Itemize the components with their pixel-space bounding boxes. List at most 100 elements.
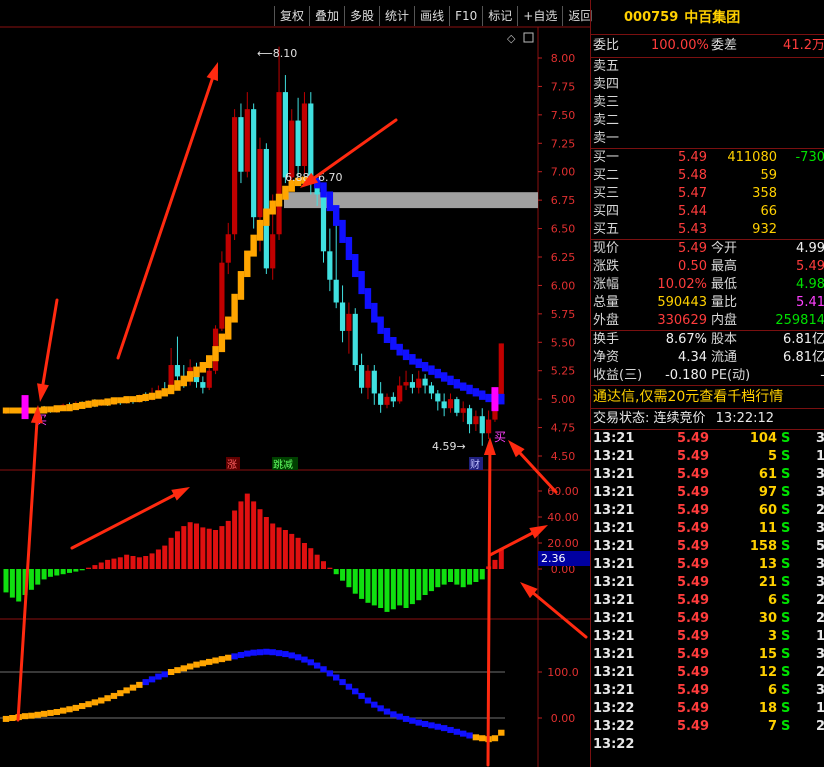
toolbar-item[interactable]: 标记 (482, 6, 517, 26)
trend-step (91, 699, 99, 706)
tick-row: 13:21 5.49 97 S 3 (591, 484, 824, 502)
quote-value: 0.50 (678, 259, 707, 274)
weibi-value: 100.00% (651, 38, 709, 53)
toolbar-item[interactable]: +自选 (517, 6, 562, 26)
tick-time: 13:21 (593, 629, 635, 644)
ask-row: 卖四 (591, 76, 824, 94)
tick-volume: 30 (758, 611, 777, 626)
macd-bar (289, 533, 295, 569)
trend-segment (231, 293, 238, 323)
trend-segment (2, 407, 10, 414)
trend-step (155, 673, 162, 680)
y-tick-label: 5.50 (551, 336, 576, 349)
macd-bar (441, 569, 447, 585)
candle-body (327, 251, 333, 280)
toolbar-item[interactable]: 画线 (414, 6, 449, 26)
macd-bar (194, 523, 199, 569)
candle-body (365, 370, 371, 388)
toolbar-item[interactable]: 多股 (344, 6, 379, 26)
annotation-arrow (488, 531, 534, 557)
tick-time: 13:22 (593, 701, 635, 716)
macd-bar (352, 569, 358, 594)
candle-body (397, 385, 403, 402)
trend-step (218, 656, 226, 663)
trend-step (491, 735, 499, 742)
quote-label: 最低 (711, 277, 738, 292)
trend-step (453, 728, 461, 735)
toolbar-item[interactable]: F10 (449, 6, 482, 26)
macd-bar (301, 543, 307, 569)
macd-bar (54, 569, 60, 576)
trend-segment (358, 271, 365, 295)
trend-step (34, 711, 41, 718)
trend-segment (371, 302, 378, 323)
quote-label: 量比 (711, 295, 738, 310)
tick-time: 13:22 (593, 719, 635, 734)
weicha-value: 41.2万 (783, 38, 824, 53)
weicha-label: 委差 (711, 38, 738, 53)
toolbar-item[interactable]: 叠加 (309, 6, 344, 26)
tick-time: 13:21 (593, 611, 635, 626)
trend-step (263, 648, 270, 655)
candle-body (466, 408, 473, 425)
bid-price: 5.47 (678, 186, 707, 201)
quote-value: 259814 (775, 313, 824, 328)
stock-code: 000759 (624, 9, 679, 25)
trend-step (186, 663, 194, 670)
tick-time: 13:21 (593, 683, 635, 698)
trend-step (415, 719, 422, 726)
tick-time: 13:21 (593, 503, 635, 518)
toolbar-item[interactable]: 统计 (379, 6, 414, 26)
trend-step (498, 729, 505, 736)
bid-row: 买二 5.48 59 (591, 167, 824, 185)
trend-segment (244, 250, 251, 278)
macd-bar (47, 569, 53, 577)
quote-label: 最高 (711, 259, 738, 274)
macd-bar (155, 549, 161, 569)
tick-time: 13:21 (593, 557, 635, 572)
tick-price: 5.49 (677, 485, 710, 500)
candle-body (378, 393, 384, 405)
tick-price: 5.49 (677, 629, 710, 644)
trend-segment (333, 205, 340, 226)
bid-label: 买一 (593, 150, 620, 165)
tick-side: S (781, 611, 791, 626)
trend-segment (256, 219, 264, 241)
y-tick-label: 7.00 (551, 166, 576, 179)
tick-count: 2 (816, 665, 824, 680)
bid-volume: 411080 (727, 150, 777, 165)
tick-volume: 61 (758, 467, 777, 482)
macd-bar (67, 569, 72, 573)
tick-price: 5.49 (677, 647, 710, 662)
event-tag: 财 (470, 458, 480, 471)
fund-label: 股本 (711, 332, 738, 347)
weibi-row: 委比 100.00% 委差 41.2万 (591, 35, 824, 58)
macd-bar (206, 528, 212, 569)
tick-side: S (781, 521, 791, 536)
tick-price: 5.49 (677, 449, 710, 464)
tick-price: 5.49 (677, 593, 710, 608)
trend-step (123, 687, 130, 694)
trend-step (472, 734, 480, 741)
trend-step (358, 692, 365, 699)
trend-segment (498, 393, 505, 405)
bid-row: 买一 5.49 411080 -730 (591, 149, 824, 167)
kline-chart[interactable]: ◇ 8.00 7.75 7.50 7.25 7.00 6.75 6.50 6.25 6.00 5.7… (0, 0, 590, 767)
trend-step (231, 653, 238, 660)
trend-segment (110, 397, 118, 405)
macd-bar (98, 562, 104, 569)
macd-bar (403, 569, 409, 608)
promo-banner[interactable]: 通达信,仅需20元查看千档行情 (591, 386, 824, 409)
tick-list: 13:21 5.49 104 S 3 13:21 5.49 5 S 1 13:21 5.49 61 S 3 1… (591, 430, 824, 754)
toolbar-item[interactable]: 复权 (274, 6, 309, 26)
tick-volume: 5 (767, 449, 777, 464)
trend-segment (453, 379, 461, 389)
tick-price: 5.49 (677, 719, 710, 734)
trend-segment (460, 382, 467, 391)
trend-step (98, 697, 105, 704)
macd-bar (333, 569, 339, 575)
y-tick-label: 100.0 (547, 666, 579, 679)
buy-label: 买 (494, 430, 506, 444)
trend-step (345, 683, 353, 690)
stock-name: 中百集团 (684, 10, 741, 26)
